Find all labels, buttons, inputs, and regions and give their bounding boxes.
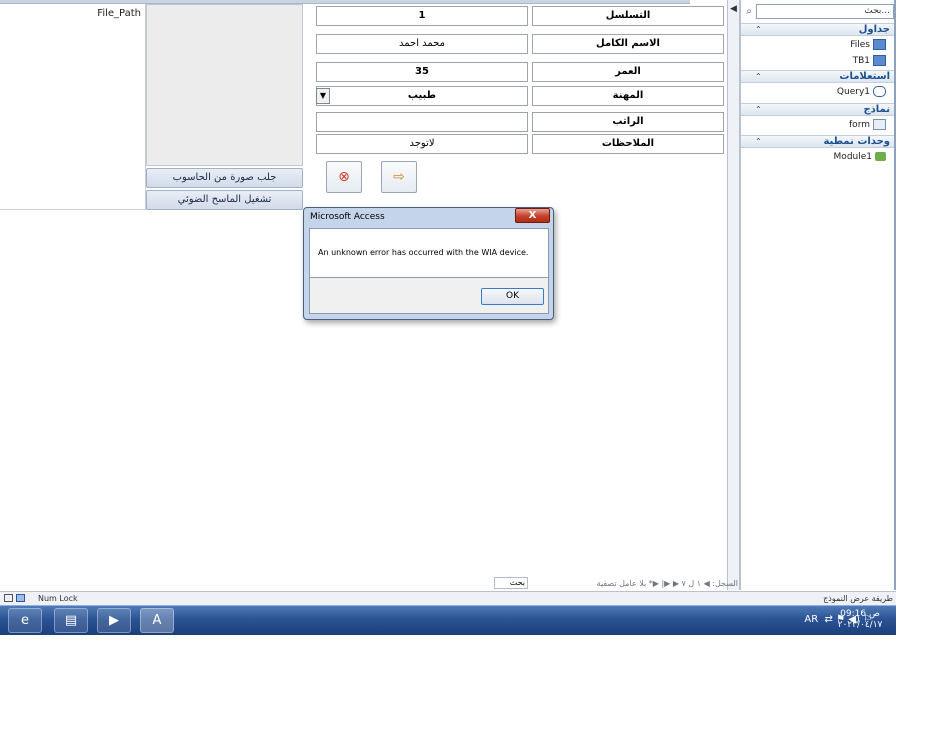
field-value-profession[interactable]: طبيب — [316, 86, 528, 106]
exit-button[interactable]: ⇨ — [381, 161, 417, 193]
nav-group-title: نماذج — [863, 104, 890, 115]
dialog-title: Microsoft Access — [310, 212, 385, 222]
chevron-up-icon: ⌃ — [755, 137, 762, 146]
ok-button[interactable]: OK — [481, 288, 544, 305]
form-view-icon[interactable] — [16, 594, 25, 602]
field-label-age: العمر — [532, 62, 724, 82]
cancel-button[interactable]: ⊗ — [326, 161, 362, 193]
view-mode-label: طريقة عرض النموذج — [823, 594, 893, 603]
internet-explorer-icon[interactable]: e — [8, 608, 42, 633]
nav-item-form[interactable]: form — [756, 118, 886, 132]
media-player-icon[interactable]: ▶ — [97, 608, 131, 633]
language-indicator[interactable]: AR — [804, 614, 818, 625]
nav-pane-splitter[interactable]: ◀ — [727, 0, 740, 590]
field-value-salary[interactable] — [316, 112, 528, 132]
close-circle-icon: ⊗ — [338, 169, 350, 185]
field-value-notes[interactable]: لاتوجد — [316, 134, 528, 154]
field-value-serial[interactable]: 1 — [316, 6, 528, 26]
query-icon — [873, 86, 886, 97]
field-label-notes: الملاحظات — [532, 134, 724, 154]
nav-group-title: وحدات نمطية — [823, 136, 890, 147]
nav-group-title: استعلامات — [839, 71, 890, 82]
access-app-icon[interactable]: A — [140, 608, 174, 633]
clock-time: 09:16 ص — [840, 609, 880, 619]
field-label-fullname: الاسم الكامل — [532, 34, 724, 54]
dialog-close-button[interactable]: X — [515, 208, 550, 223]
field-label-salary: الراتب — [532, 112, 724, 132]
profession-dropdown-arrow-icon[interactable]: ▼ — [316, 88, 330, 104]
file-path-panel: File_Path — [0, 4, 146, 210]
nav-item-tb1[interactable]: TB1 — [756, 54, 886, 68]
scanner-button[interactable]: تشغيل الماسح الضوئي — [146, 190, 303, 210]
get-image-button[interactable]: جلب صورة من الحاسوب — [146, 168, 303, 188]
chevron-up-icon: ⌃ — [755, 105, 762, 114]
nav-item-label: form — [849, 120, 870, 130]
record-navigation-bar[interactable]: السجل: ◀ ١ ل ٧ ▶ ▶| ▶* بلا عامل تصفية — [440, 577, 738, 590]
nav-item-label: Module1 — [833, 152, 872, 162]
collapse-arrow-icon[interactable]: ◀ — [730, 4, 737, 14]
exit-door-icon: ⇨ — [393, 169, 405, 185]
image-preview-box — [146, 4, 303, 166]
dialog-message: An unknown error has occurred with the W… — [318, 248, 529, 257]
nav-group-modules[interactable]: ⌃ وحدات نمطية — [741, 135, 894, 148]
field-label-profession: المهنة — [532, 86, 724, 106]
nav-group-forms[interactable]: ⌃ نماذج — [741, 103, 894, 116]
nav-search-input[interactable]: بحث... — [756, 4, 894, 19]
field-label-serial: التسلسل — [532, 6, 724, 26]
nav-group-title: جداول — [858, 24, 890, 35]
table-icon — [873, 55, 886, 66]
chevron-up-icon: ⌃ — [755, 25, 762, 34]
nav-item-label: Query1 — [836, 87, 870, 97]
nav-group-tables[interactable]: ⌃ جداول — [741, 23, 894, 36]
file-explorer-icon[interactable]: ▤ — [54, 608, 88, 633]
nav-item-module1[interactable]: Module1 — [756, 150, 886, 164]
status-bar — [0, 591, 896, 605]
search-icon[interactable]: ⌕ — [742, 4, 756, 19]
clock[interactable]: 09:16 ص ٢٠٢٣/٠٤/١٧ — [832, 609, 888, 631]
nav-item-files[interactable]: Files — [756, 38, 886, 52]
form-icon — [873, 119, 886, 130]
record-search-input[interactable]: بحث — [494, 577, 528, 589]
field-value-age[interactable]: 35 — [316, 62, 528, 82]
num-lock-indicator: Num Lock — [38, 594, 78, 603]
layout-view-icon[interactable] — [4, 594, 13, 602]
chevron-up-icon: ⌃ — [755, 72, 762, 81]
nav-item-label: Files — [850, 40, 870, 50]
field-value-fullname[interactable]: محمد احمد — [316, 34, 528, 54]
file-path-label: File_Path — [97, 8, 141, 19]
nav-group-queries[interactable]: ⌃ استعلامات — [741, 70, 894, 83]
taskbar — [0, 605, 896, 635]
module-icon — [875, 152, 886, 161]
nav-item-label: TB1 — [852, 56, 870, 66]
nav-item-query1[interactable]: Query1 — [756, 85, 886, 99]
clock-date: ٢٠٢٣/٠٤/١٧ — [837, 620, 883, 630]
table-icon — [873, 39, 886, 50]
